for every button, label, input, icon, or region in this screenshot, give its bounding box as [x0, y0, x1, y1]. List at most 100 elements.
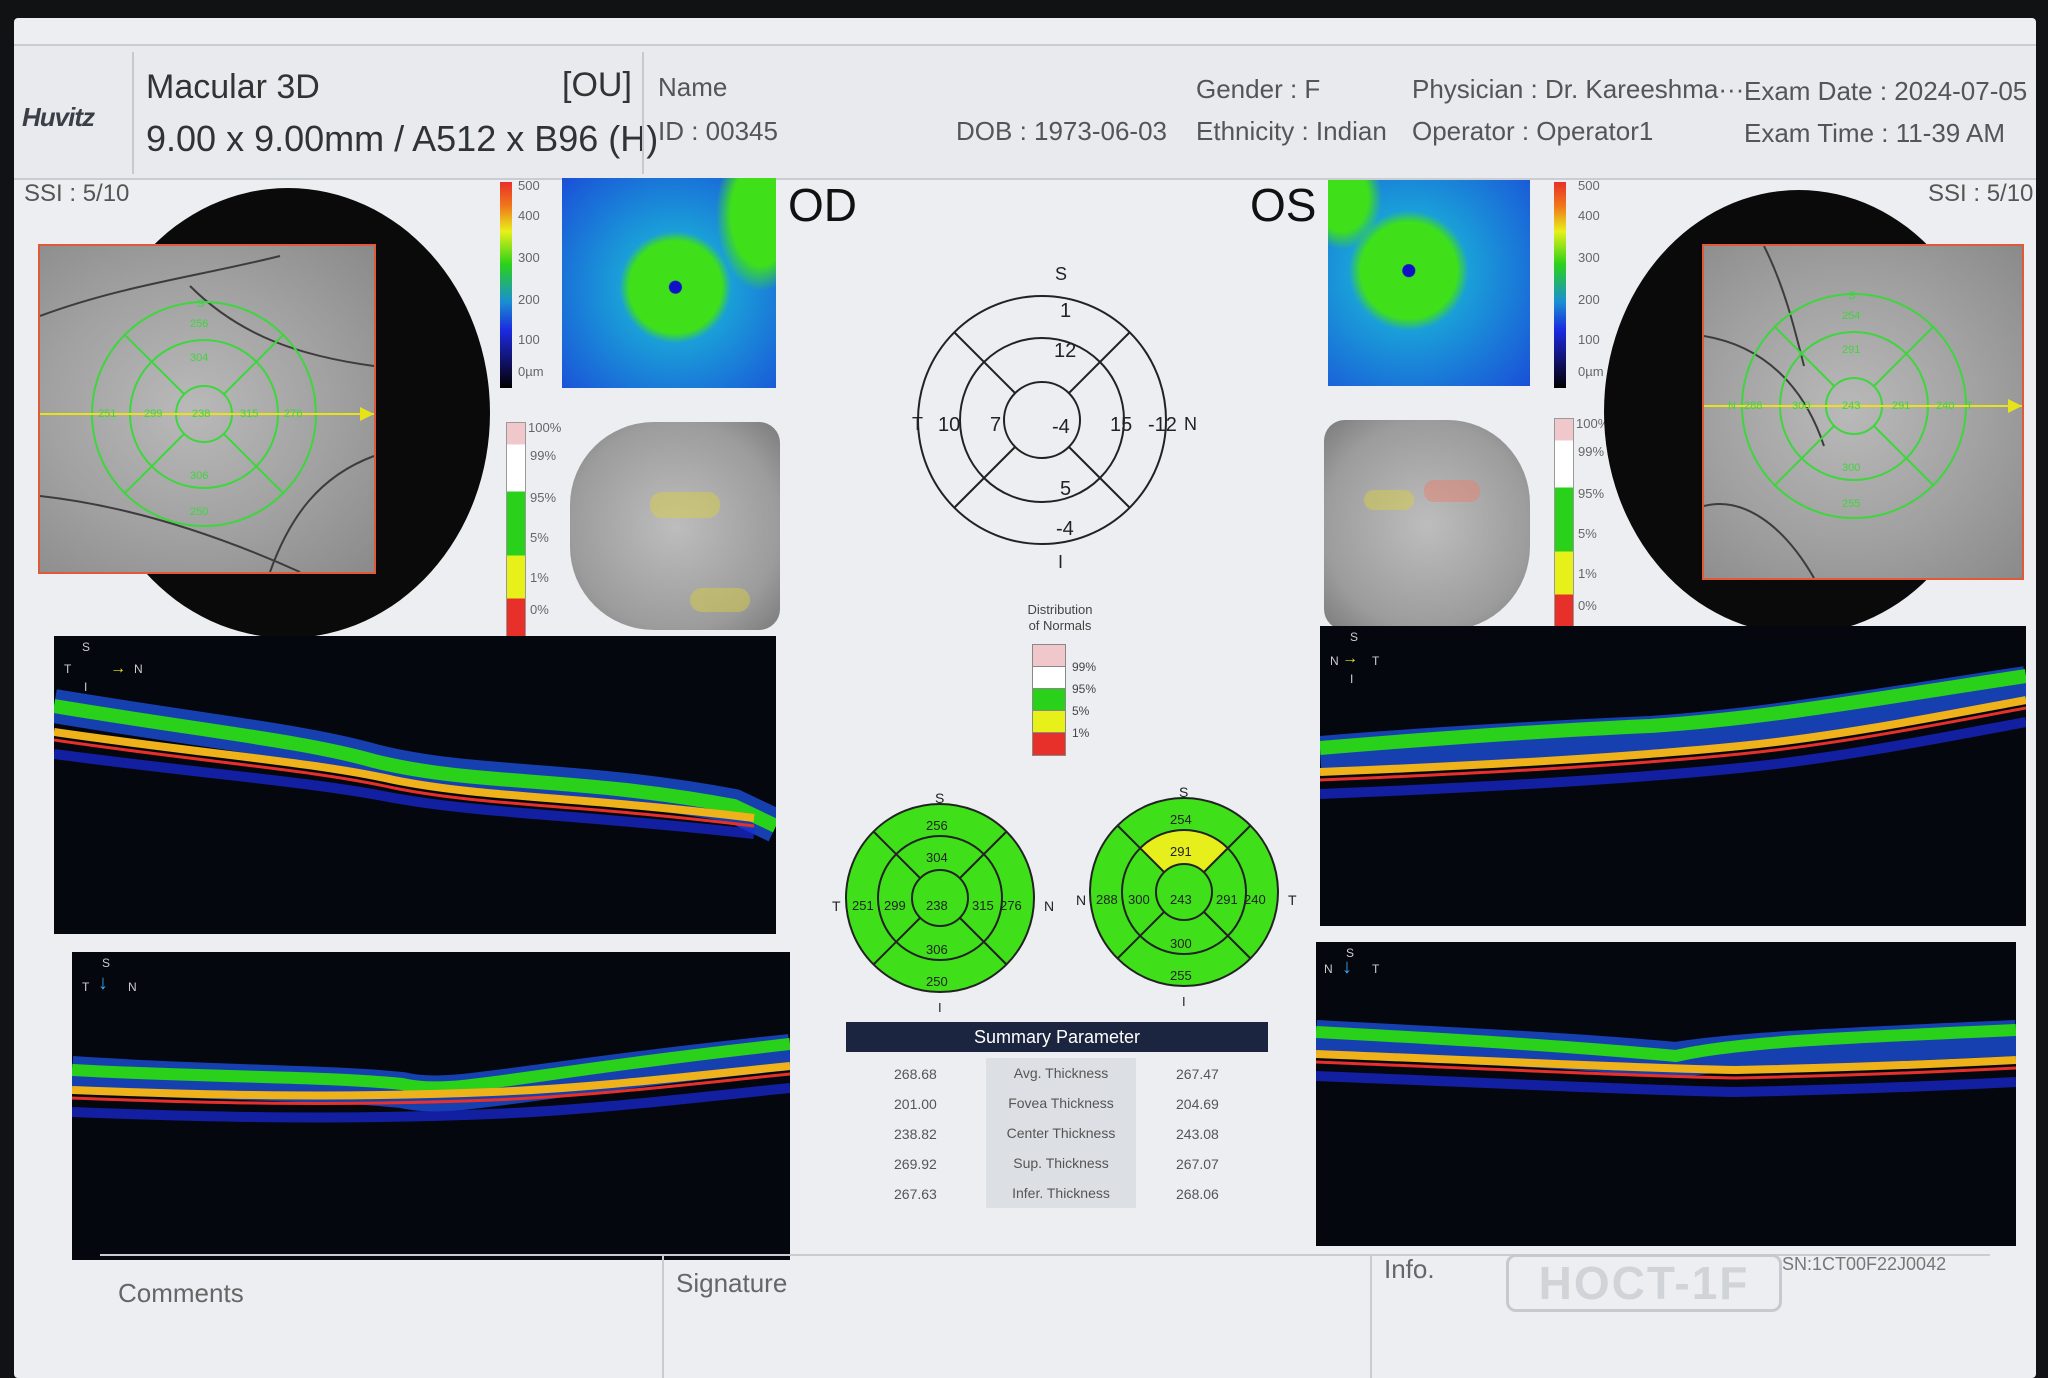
diff-outer-n: -12 — [1148, 414, 1177, 436]
scan-spec: 9.00 x 9.00mm / A512 x B96 (H) — [146, 118, 659, 159]
exam-eye: [OU] — [562, 66, 632, 104]
od-thickness-scale-400: 400 — [518, 208, 540, 223]
od-hscan-t-label: T — [64, 662, 72, 676]
od-etdrs-i-label: I — [938, 1000, 942, 1015]
diff-outer-t: 10 — [938, 414, 961, 436]
os-vertical-bscan: S N ↓ T — [1316, 942, 2016, 1246]
patient-gender: Gender : F — [1196, 74, 1321, 104]
os-etdrs-outer-i: 255 — [1170, 968, 1192, 983]
od-fundus-grid-inner-i: 306 — [190, 470, 209, 482]
os-etdrs-outer-n: 288 — [1096, 892, 1118, 907]
os-thickness-scale-0: 0µm — [1578, 364, 1604, 379]
od-dev-scale-5: 5% — [530, 530, 549, 545]
serial-number: SN:1CT00F22J0042 — [1782, 1254, 1947, 1274]
os-thickness-map — [1328, 180, 1530, 386]
os-fundus-image: S 254 291 N 288 300 243 291 240 T 300 25… — [1702, 244, 2024, 580]
os-hscan-s-label: S — [1350, 630, 1359, 644]
od-etdrs-outer-i: 250 — [926, 974, 948, 989]
od-thickness-map — [562, 178, 776, 388]
summary-label: Sup. Thickness — [986, 1148, 1136, 1178]
os-fundus-grid-outer-t: 240 — [1936, 400, 1955, 412]
od-thickness-scale-100: 100 — [518, 332, 540, 347]
legend-title: Distribution of Normals — [1000, 602, 1120, 634]
down-arrow-icon: ↓ — [1342, 956, 1352, 978]
od-horizontal-bscan: S T → N I — [54, 636, 776, 934]
os-fundus-grid-inner-i: 300 — [1842, 462, 1861, 474]
exam-title: Macular 3D — [146, 68, 320, 106]
od-thickness-scale-0: 0µm — [518, 364, 544, 379]
diff-outer-s: 1 — [1060, 300, 1072, 322]
od-vscan-n-label: N — [128, 980, 137, 994]
od-vertical-bscan: S T ↓ N — [72, 952, 790, 1260]
footer-divider — [662, 1256, 664, 1378]
huvitz-logo: Huvitz — [22, 102, 95, 132]
os-etdrs-outer-s: 254 — [1170, 812, 1192, 827]
summary-title: Summary Parameter — [846, 1022, 1268, 1052]
od-vscan-t-label: T — [82, 980, 90, 994]
od-fundus-image: S 256 304 251 299 238 315 276 306 250 — [38, 244, 376, 574]
os-etdrs-center: 243 — [1170, 892, 1192, 907]
od-hscan-n-label: N — [134, 662, 143, 676]
od-thickness-scale-500: 500 — [518, 178, 540, 193]
summary-od-value: 268.68 — [894, 1066, 937, 1082]
os-thickness-scale-100: 100 — [1578, 332, 1600, 347]
od-fundus-grid-center: 238 — [192, 408, 211, 420]
os-eye-label: OS — [1250, 179, 1317, 231]
os-fundus-grid-outer-n: 288 — [1744, 400, 1763, 412]
os-vscan-t-label: T — [1372, 962, 1380, 976]
legend-label-99: 99% — [1072, 660, 1097, 674]
table-row: 268.68 Avg. Thickness 267.47 — [846, 1058, 1268, 1088]
os-thickness-scale-500: 500 — [1578, 178, 1600, 193]
summary-os-value: 243.08 — [1176, 1126, 1219, 1142]
diff-inner-s: 12 — [1054, 340, 1077, 362]
divider — [132, 52, 134, 174]
os-dev-scale-1: 1% — [1578, 566, 1597, 581]
od-dev-scale-0: 0% — [530, 602, 549, 617]
os-fundus-grid-center: 243 — [1842, 400, 1861, 412]
patient-header: Huvitz Macular 3D [OU] 9.00 x 9.00mm / A… — [14, 44, 2036, 180]
os-fundus-grid-outer-s: 254 — [1842, 310, 1861, 322]
od-etdrs-outer-t: 251 — [852, 898, 874, 913]
diff-inner-i: 5 — [1060, 478, 1072, 500]
legend-swatch-0 — [1032, 732, 1066, 756]
physician: Physician : Dr. Kareeshma··· — [1412, 74, 1745, 104]
os-thickness-scale-400: 400 — [1578, 208, 1600, 223]
info-label: Info. — [1384, 1254, 1435, 1284]
od-fundus-grid-inner-s: 304 — [190, 352, 209, 364]
os-fundus-grid-inner-n: 300 — [1792, 400, 1811, 412]
os-dev-scale-0: 0% — [1578, 598, 1597, 613]
report-screen: Huvitz Macular 3D [OU] 9.00 x 9.00mm / A… — [14, 18, 2036, 1378]
summary-os-value: 268.06 — [1176, 1186, 1219, 1202]
diff-s-label: S — [1055, 264, 1068, 284]
od-ssi: SSI : 5/10 — [24, 180, 130, 207]
os-thickness-colorbar — [1554, 182, 1566, 388]
od-fundus-grid-outer-i: 250 — [190, 506, 209, 518]
os-etdrs-n-label: N — [1076, 892, 1087, 908]
os-fundus-grid-t: T — [1966, 400, 1973, 412]
od-dev-scale-99: 99% — [530, 448, 557, 463]
os-dev-scale-5: 5% — [1578, 526, 1597, 541]
down-arrow-icon: ↓ — [98, 972, 108, 994]
od-deviation-map — [570, 422, 780, 630]
od-vscan-s-label: S — [102, 956, 111, 970]
summary-os-value: 267.47 — [1176, 1066, 1219, 1082]
os-hscan-t-label: T — [1372, 654, 1380, 668]
os-deviation-map — [1324, 420, 1530, 630]
od-etdrs-t-label: T — [832, 898, 841, 914]
diff-n-label: N — [1184, 414, 1197, 434]
od-dev-scale-95: 95% — [530, 490, 557, 505]
legend-label-95: 95% — [1072, 682, 1097, 696]
summary-label: Center Thickness — [986, 1118, 1136, 1148]
os-thickness-scale-300: 300 — [1578, 250, 1600, 265]
summary-od-value: 201.00 — [894, 1096, 937, 1112]
summary-os-value: 267.07 — [1176, 1156, 1219, 1172]
od-etdrs-inner-t: 299 — [884, 898, 906, 913]
legend-swatch-95 — [1032, 666, 1066, 690]
od-dev-scale-100: 100% — [528, 420, 562, 435]
patient-ethnicity: Ethnicity : Indian — [1196, 116, 1387, 146]
od-thickness-colorbar — [500, 182, 512, 388]
os-etdrs-s-label: S — [1179, 784, 1189, 800]
summary-parameter-table: Summary Parameter 268.68 Avg. Thickness … — [846, 1022, 1268, 1232]
od-thickness-scale-300: 300 — [518, 250, 540, 265]
od-hscan-s-label: S — [82, 640, 91, 654]
